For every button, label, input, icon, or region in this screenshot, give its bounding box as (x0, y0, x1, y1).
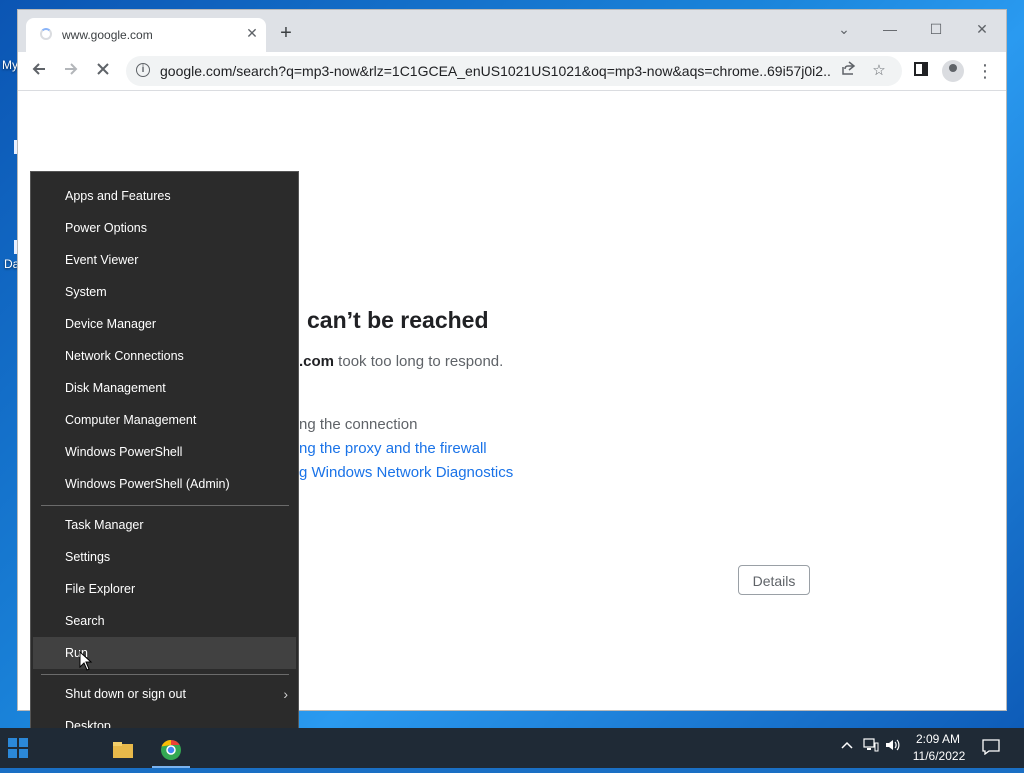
menu-item-power-options[interactable]: Power Options (33, 212, 296, 244)
chevron-right-icon: › (283, 686, 288, 702)
menu-item-system[interactable]: System (33, 276, 296, 308)
error-desc-text: took too long to respond. (334, 353, 504, 370)
menu-item-network-connections[interactable]: Network Connections (33, 340, 296, 372)
tab-close-icon[interactable]: ✕ (244, 25, 260, 41)
windows-logo-icon[interactable] (8, 738, 28, 758)
menu-item-task-manager[interactable]: Task Manager (33, 509, 296, 541)
file-explorer-taskbar-icon[interactable] (104, 734, 142, 768)
minimize-button[interactable]: — (876, 16, 904, 42)
menu-item-disk-management[interactable]: Disk Management (33, 372, 296, 404)
star-icon[interactable]: ☆ (868, 60, 890, 82)
menu-kebab-icon[interactable]: ⋮ (972, 58, 998, 84)
menu-item-windows-powershell[interactable]: Windows PowerShell (33, 436, 296, 468)
menu-item-event-viewer[interactable]: Event Viewer (33, 244, 296, 276)
share-icon[interactable] (838, 60, 860, 82)
menu-item-device-manager[interactable]: Device Manager (33, 308, 296, 340)
menu-item-windows-powershell-admin[interactable]: Windows PowerShell (Admin) (33, 468, 296, 500)
chrome-taskbar-icon[interactable] (152, 734, 190, 768)
info-icon[interactable]: i (136, 63, 150, 77)
address-bar[interactable]: i google.com/search?q=mp3-now&rlz=1C1GCE… (126, 56, 902, 86)
menu-item-file-explorer[interactable]: File Explorer (33, 573, 296, 605)
loading-spinner-icon (40, 28, 52, 40)
error-title: can’t be reached (307, 307, 489, 333)
tab-active[interactable]: www.google.com ✕ (26, 18, 266, 52)
mouse-cursor-icon (79, 651, 93, 671)
suggestion-link[interactable]: g Windows Network Diagnostics (299, 464, 513, 481)
tab-search-icon[interactable]: ⌄ (830, 16, 858, 42)
volume-icon[interactable] (884, 738, 902, 756)
back-button[interactable] (26, 58, 52, 84)
menu-item-computer-management[interactable]: Computer Management (33, 404, 296, 436)
profile-avatar-icon[interactable] (942, 60, 964, 82)
new-tab-button[interactable]: + (276, 23, 296, 43)
menu-item-label: Shut down or sign out (65, 687, 186, 701)
taskbar: 2:09 AM 11/6/2022 (0, 728, 1024, 768)
stop-button[interactable] (90, 58, 116, 84)
error-domain: .com (299, 353, 335, 370)
arrow-right-icon (65, 63, 78, 75)
url-text[interactable]: google.com/search?q=mp3-now&rlz=1C1GCEA_… (160, 63, 830, 79)
forward-button[interactable] (58, 58, 84, 84)
close-icon (97, 63, 109, 75)
clock-date[interactable]: 11/6/2022 (908, 749, 970, 763)
close-button[interactable]: ✕ (968, 16, 996, 42)
error-description: .com took too long to respond. (299, 353, 503, 370)
desktop-icon-label[interactable]: My (2, 58, 18, 72)
browser-toolbar: i google.com/search?q=mp3-now&rlz=1C1GCE… (18, 52, 1006, 91)
network-icon[interactable] (862, 738, 880, 756)
chevron-up-icon[interactable] (838, 738, 856, 756)
tab-strip: www.google.com ✕ + ⌄ — ☐ ✕ (18, 10, 1006, 52)
arrow-left-icon (32, 63, 45, 75)
menu-separator (41, 505, 289, 506)
notification-center-icon[interactable] (982, 739, 1000, 757)
clock-time[interactable]: 2:09 AM (912, 732, 964, 746)
menu-item-apps-and-features[interactable]: Apps and Features (33, 180, 296, 212)
menu-item-settings[interactable]: Settings (33, 541, 296, 573)
details-button[interactable]: Details (738, 565, 810, 595)
menu-item-shut-down-or-sign-out[interactable]: Shut down or sign out › (33, 678, 296, 710)
power-user-menu: Apps and Features Power Options Event Vi… (30, 171, 299, 749)
menu-item-search[interactable]: Search (33, 605, 296, 637)
tab-title: www.google.com (62, 28, 153, 42)
side-panel-icon[interactable] (908, 58, 934, 84)
maximize-button[interactable]: ☐ (922, 16, 950, 42)
suggestion-item: ng the connection (299, 416, 418, 433)
menu-item-run[interactable]: Run (33, 637, 296, 669)
suggestion-link[interactable]: ng the proxy and the firewall (299, 440, 487, 457)
menu-separator (41, 674, 289, 675)
